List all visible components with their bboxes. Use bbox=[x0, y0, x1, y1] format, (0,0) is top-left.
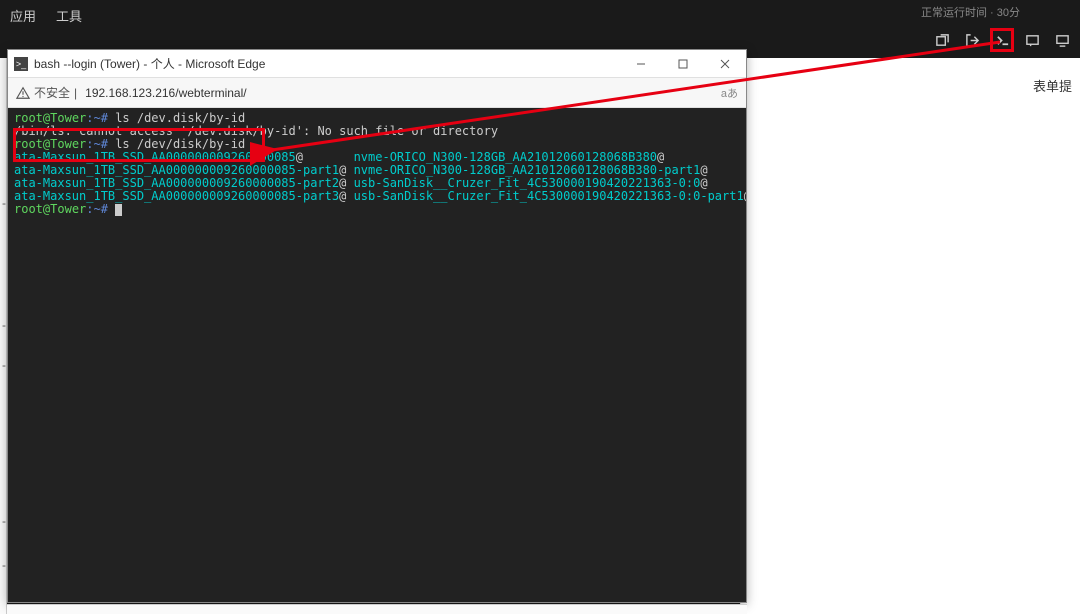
close-button[interactable] bbox=[704, 50, 746, 78]
address-bar: 不安全 | aあ bbox=[8, 78, 746, 108]
left-gutter: - - - - - bbox=[0, 58, 7, 614]
translate-icon[interactable]: aあ bbox=[721, 85, 738, 101]
feedback-icon[interactable] bbox=[1020, 28, 1044, 52]
uptime-status: 正常运行时间 · 30分 bbox=[921, 4, 1020, 20]
prompt-line-3: root@Tower:~# bbox=[14, 203, 740, 216]
menu-item-tools[interactable]: 工具 bbox=[56, 6, 82, 25]
watermark: 值 什么值得买 bbox=[970, 582, 1068, 604]
minimize-button[interactable] bbox=[620, 50, 662, 78]
watermark-text: 什么值得买 bbox=[998, 583, 1068, 603]
terminal-icon[interactable] bbox=[990, 28, 1014, 52]
window-title: bash --login (Tower) - 个人 - Microsoft Ed… bbox=[34, 55, 265, 72]
monitor-icon[interactable] bbox=[1050, 28, 1074, 52]
bottom-status-strip bbox=[7, 604, 747, 614]
edge-browser-window: >_ bash --login (Tower) - 个人 - Microsoft… bbox=[7, 49, 747, 603]
url-input[interactable] bbox=[85, 86, 713, 100]
maximize-button[interactable] bbox=[662, 50, 704, 78]
popout-icon[interactable] bbox=[930, 28, 954, 52]
header-icon-row bbox=[930, 28, 1074, 52]
insecure-label: 不安全 bbox=[34, 84, 70, 101]
file-row-3: ata-Maxsun_1TB_SSD_AA000000009260000085-… bbox=[14, 190, 740, 203]
warning-triangle-icon bbox=[16, 86, 30, 100]
terminal-favicon-icon: >_ bbox=[14, 57, 28, 71]
window-titlebar[interactable]: >_ bash --login (Tower) - 个人 - Microsoft… bbox=[8, 50, 746, 78]
right-panel: 表单提 bbox=[740, 58, 1080, 614]
watermark-logo-icon: 值 bbox=[970, 582, 992, 604]
cursor-icon bbox=[115, 204, 122, 216]
top-menu-bar: 应用 工具 bbox=[0, 0, 1080, 30]
right-panel-label: 表单提 bbox=[1033, 76, 1072, 95]
security-warning[interactable]: 不安全 | bbox=[16, 84, 77, 101]
menu-item-apps[interactable]: 应用 bbox=[10, 6, 36, 25]
terminal-output[interactable]: root@Tower:~# ls /dev.disk/by-id /bin/ls… bbox=[8, 108, 746, 602]
logout-icon[interactable] bbox=[960, 28, 984, 52]
